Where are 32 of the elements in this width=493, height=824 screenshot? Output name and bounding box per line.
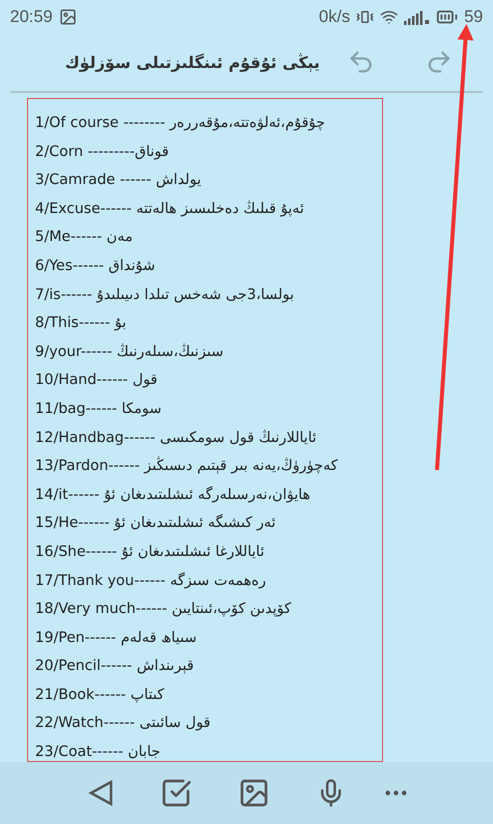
vocabulary-line: 3/Camrade ------ يولداش (35, 171, 202, 190)
vocabulary-line: 6/Yes------ شۇنداق (35, 256, 156, 276)
network-speed: 0k/s (318, 6, 350, 26)
vocabulary-line: 23/Coat------ جابان (35, 743, 162, 761)
app-title: يېڭى ئۇقۇم ئىنگلىزتىلى سۆزلۈك (65, 52, 320, 72)
vocabulary-line: 2/Corn ---------قوناق (35, 142, 170, 162)
vocabulary-line: 5/Me------ مەن (35, 228, 134, 248)
vocabulary-line: 11/bag------ سومكا (35, 400, 162, 419)
vocabulary-line: 17/Thank you------ رەھمەت سىزگە (35, 571, 267, 590)
signal-icon (404, 8, 430, 24)
back-icon[interactable] (88, 779, 114, 807)
vocabulary-line: 10/Hand------ قول (35, 371, 158, 390)
vocabulary-line: 21/Book------ كىتاپ (35, 686, 166, 705)
vocabulary-line: 15/He------ ئەر كىشىگە ئىشلىتىدىغان ئۇ (35, 513, 277, 534)
vocabulary-line: 7/is------ بولسا،3جى شەخس تىلدا دىيىلىدۇ (35, 286, 296, 305)
vocabulary-line: 14/it------ ھايۋان،نەرسىلەرگە ئىشلىتىدىغان ئۇ (35, 485, 312, 505)
image-icon (58, 8, 77, 26)
vocabulary-line: 20/Pencil------ قېرىنداش (35, 657, 195, 676)
vocabulary-line: 1/Of course -------- چۇقۇم،ئەلۋەتتە،مۇقەررەر (35, 114, 326, 133)
image-icon[interactable] (238, 777, 270, 809)
vocabulary-line: 22/Watch------ قول سائىتى (35, 714, 212, 734)
vocabulary-line: 16/She------ ئاياللارغا ئىشلىتىدىغان ئۇ (35, 542, 266, 562)
vocabulary-line: 13/Pardon------ كەچۈرۈڭ،يەنە بىر قېتىم دىسىڭىز (35, 456, 339, 476)
battery-level: 59 (464, 6, 483, 26)
vocabulary-line: 18/Very much------ كۆپدىن كۆپ،ئىنتايىن (35, 600, 292, 620)
vocabulary-line: 19/Pen------ سىياھ قەلەم (35, 628, 198, 648)
vocabulary-line: 12/Handbag------ ئاياللارنىڭ قول سومكىسى (35, 428, 318, 448)
vocabulary-line: 8/This------ بۇ (35, 314, 128, 334)
checkbox-icon[interactable] (160, 777, 192, 809)
clock: 20:59 (10, 6, 53, 26)
vocabulary-line: 9/your------ سىزنىڭ،سىلەرنىڭ (35, 342, 224, 362)
vocabulary-line: 4/Excuse------ ئەپۇ قىلىڭ دەخلىسىز ھالەتتە (35, 200, 306, 219)
